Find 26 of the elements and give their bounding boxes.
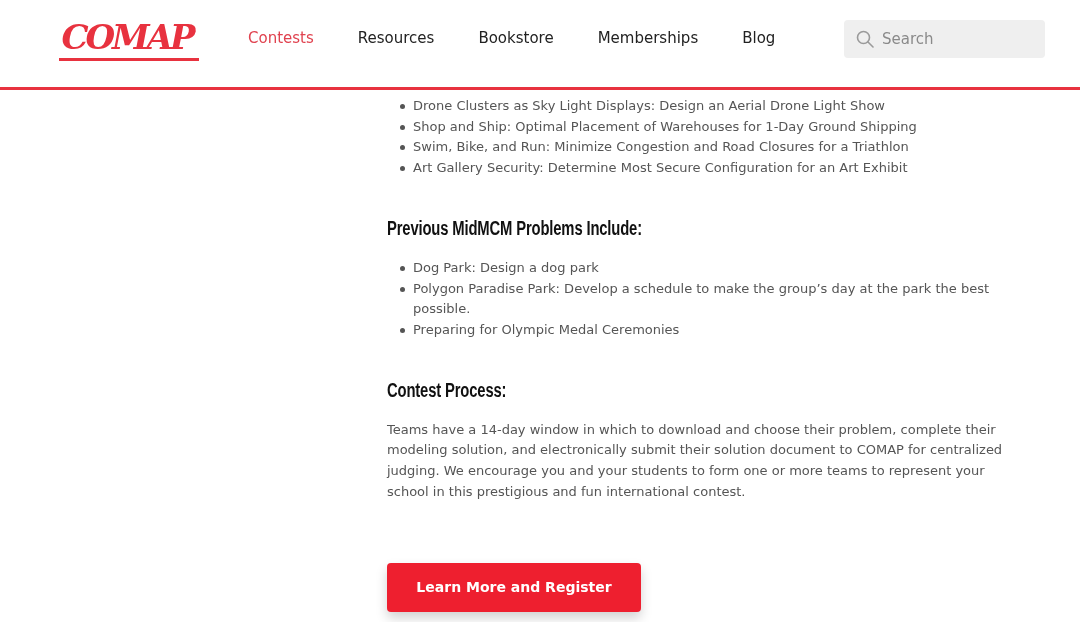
- bullet-icon: [400, 327, 405, 333]
- nav-link[interactable]: Contests: [248, 28, 314, 49]
- list-item: Polygon Paradise Park: Develop a schedule to make the group’s day at the park the best possible.: [413, 279, 991, 319]
- bullet-icon: [400, 265, 405, 271]
- bullet-icon: [400, 166, 405, 172]
- list-item: Swim, Bike, and Run: Minimize Congestion and Road Closures for a Triathlon: [413, 138, 909, 157]
- paragraph: Teams have a 14-day window in which to download and choose their problem, complete their modeling solution, and electronically submit their solution document to COMAP for centralized judging. We encourage you and your students to form one or more teams to represent your school in this prestigious and fun international contest.: [387, 420, 1004, 501]
- list-item: Preparing for Olympic Medal Ceremonies: [413, 320, 680, 339]
- nav-link[interactable]: Resources: [357, 28, 435, 49]
- nav-link[interactable]: Bookstore: [478, 28, 554, 49]
- search-field[interactable]: Search: [844, 19, 1045, 58]
- list-item: Dog Park: Design a dog park: [413, 258, 599, 277]
- nav-link[interactable]: Blog: [742, 28, 776, 49]
- nav-link[interactable]: Memberships: [597, 28, 699, 49]
- bullet-icon: [400, 124, 405, 130]
- bullet-icon: [400, 286, 405, 292]
- bullet-icon: [400, 145, 405, 151]
- logo[interactable]: COMAP: [59, 16, 199, 61]
- list-item: Art Gallery Security: Determine Most Secure Configuration for an Art Exhibit: [413, 159, 908, 178]
- bullet-icon: [400, 104, 405, 109]
- register-button[interactable]: Learn More and Register: [387, 562, 641, 612]
- section-heading: Contest Process:: [387, 377, 507, 403]
- section-heading: Previous MidMCM Problems Include:: [387, 215, 642, 241]
- list-item: Drone Clusters as Sky Light Displays: Design an Aerial Drone Light Show: [413, 97, 885, 115]
- search-icon: [856, 29, 874, 48]
- list-item: Shop and Ship: Optimal Placement of Warehouses for 1-Day Ground Shipping: [413, 117, 917, 136]
